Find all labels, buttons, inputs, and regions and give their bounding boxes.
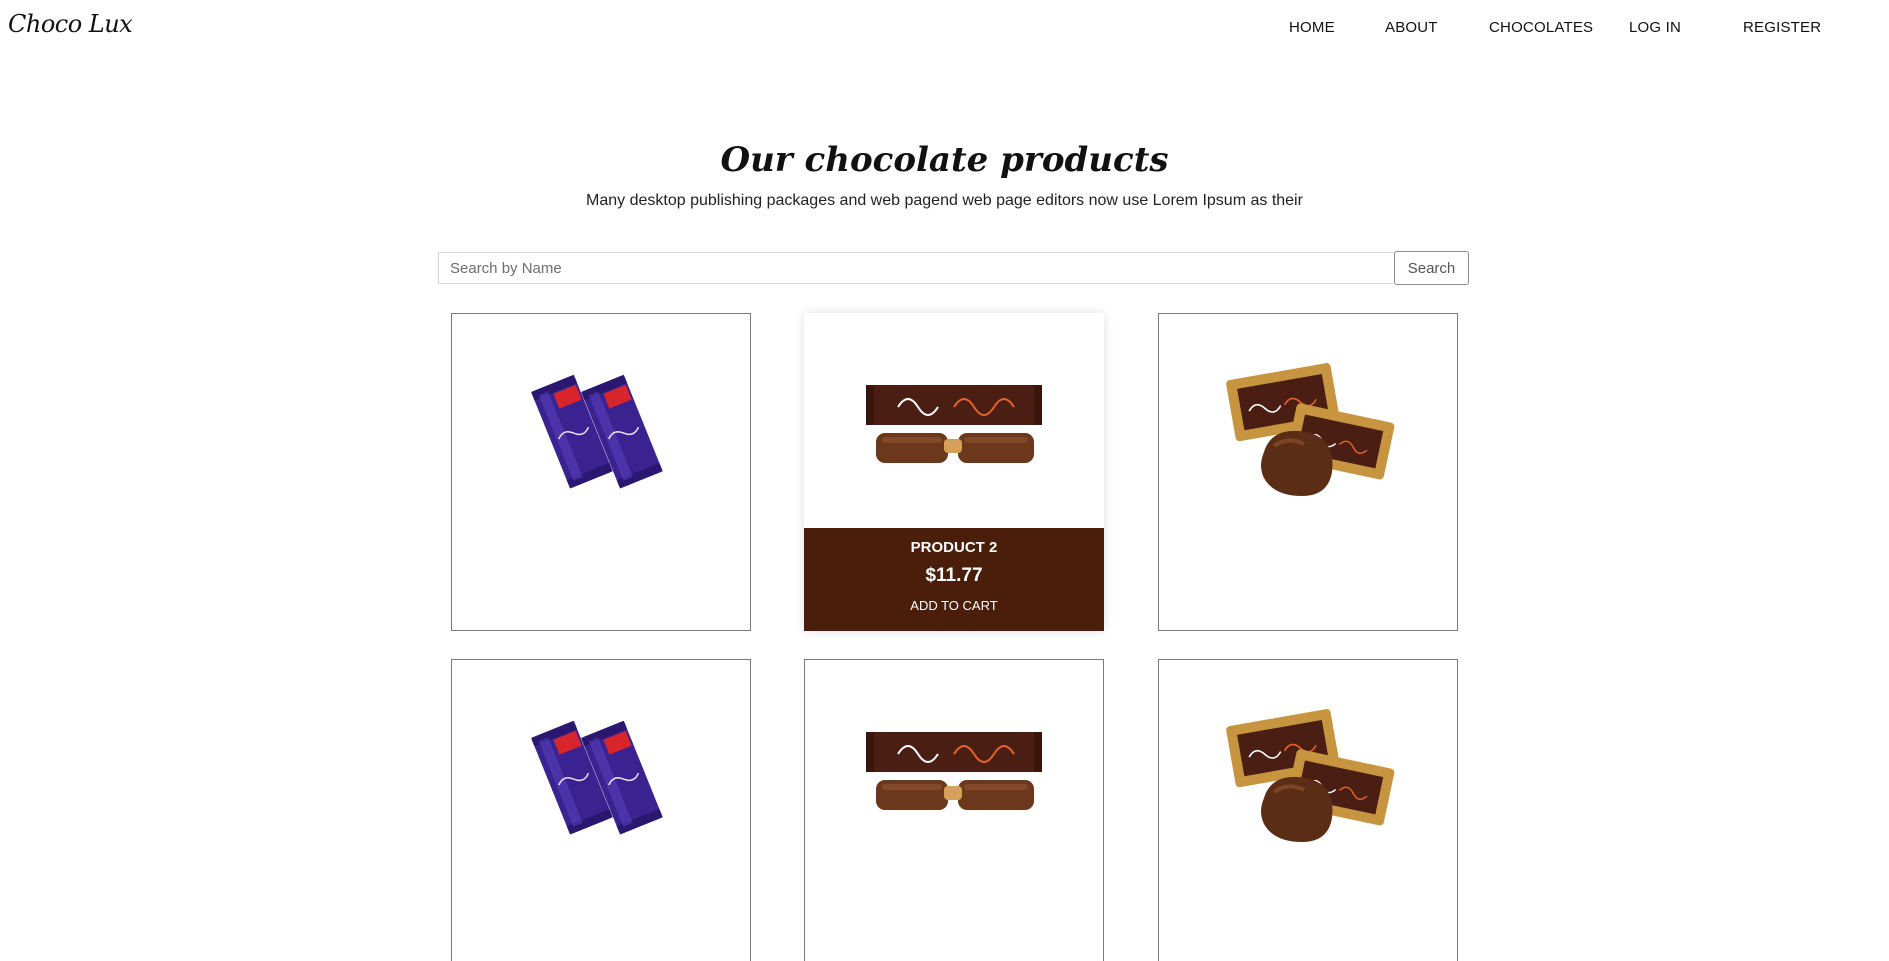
page: Choco Lux HOME ABOUT CHOCOLATES LOG IN R… [0, 0, 1889, 961]
wrapped-chocolate-candies-image [1218, 688, 1398, 858]
nav-register[interactable]: REGISTER [1743, 19, 1821, 36]
product-card[interactable] [804, 659, 1104, 961]
nav-chocolates[interactable]: CHOCOLATES [1489, 19, 1593, 36]
nav-about[interactable]: ABOUT [1385, 19, 1438, 36]
product-name: PRODUCT 2 [910, 539, 998, 556]
nav-home[interactable]: HOME [1289, 19, 1335, 36]
product-card-featured[interactable]: PRODUCT 2 $11.77 ADD TO CART [804, 313, 1104, 631]
search-button[interactable]: Search [1394, 251, 1469, 285]
nav-log-in[interactable]: LOG IN [1629, 19, 1681, 36]
search-input[interactable] [438, 252, 1394, 284]
wrapped-chocolate-candies-image [1218, 342, 1398, 512]
yummy-chocolate-bar-image [864, 341, 1044, 511]
page-title: Our chocolate products [720, 140, 1169, 180]
product-card[interactable] [1158, 659, 1458, 961]
purple-chocolate-bars-image [511, 688, 691, 858]
product-price: $11.77 [925, 565, 983, 586]
main-nav: HOME ABOUT CHOCOLATES LOG IN REGISTER [1289, 19, 1889, 39]
purple-chocolate-bars-image [511, 342, 691, 512]
product-card[interactable] [451, 313, 751, 631]
product-info-panel: PRODUCT 2 $11.77 ADD TO CART [804, 528, 1104, 631]
yummy-chocolate-bar-image [864, 688, 1044, 858]
product-card[interactable] [451, 659, 751, 961]
brand-logo[interactable]: Choco Lux [8, 10, 133, 38]
add-to-cart-button[interactable]: ADD TO CART [804, 598, 1104, 613]
page-subtitle: Many desktop publishing packages and web… [586, 192, 1303, 209]
product-card[interactable] [1158, 313, 1458, 631]
